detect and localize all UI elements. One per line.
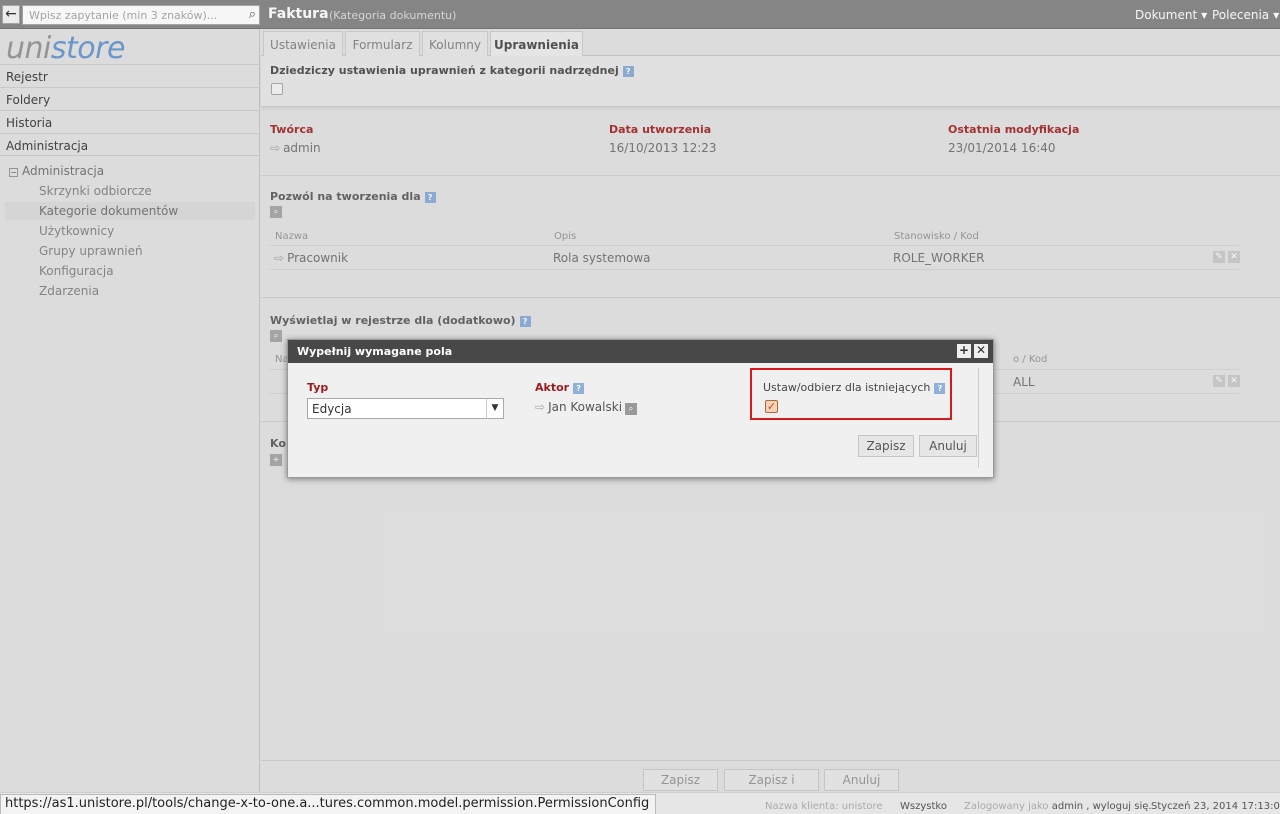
- actor-label: Aktor: [535, 381, 570, 394]
- type-label: Typ: [307, 381, 329, 394]
- dialog-save-button[interactable]: Zapisz: [858, 435, 914, 457]
- maximize-icon[interactable]: +: [957, 344, 971, 358]
- scope-value: Wszystko: [900, 801, 947, 812]
- highlight-box: [750, 368, 952, 420]
- chevron-down-icon[interactable]: ▼: [486, 399, 503, 418]
- actor-name: Jan Kowalski: [548, 400, 623, 414]
- logged-in-info: Zalogowany jako admin , wyloguj się.: [964, 801, 1152, 812]
- actor-value[interactable]: ⇨ Jan Kowalski ⌕: [535, 400, 638, 415]
- type-select[interactable]: Edycja ▼: [307, 398, 504, 419]
- logged-user[interactable]: admin: [1052, 801, 1083, 812]
- client-value: unistore: [841, 801, 883, 812]
- close-icon[interactable]: ✕: [974, 344, 988, 358]
- url-tooltip: https://as1.unistore.pl/tools/change-x-t…: [0, 794, 657, 814]
- scrollbar[interactable]: [978, 368, 979, 468]
- help-icon[interactable]: ?: [573, 383, 585, 394]
- dialog-body: Typ Edycja ▼ Aktor? ⇨ Jan Kowalski ⌕ Ustaw…: [288, 363, 993, 477]
- datetime: Styczeń 23, 2014 17:13:08: [1151, 801, 1280, 812]
- logout-link[interactable]: , wyloguj się.: [1086, 801, 1151, 812]
- logged-label: Zalogowany jako: [964, 801, 1049, 812]
- type-select-value: Edycja: [312, 402, 352, 416]
- set-label-row: Ustaw/odbierz dla istniejących?: [763, 381, 946, 394]
- datetime-value: Styczeń 23, 2014 17:13:08: [1151, 801, 1280, 812]
- required-fields-dialog: Wypełnij wymagane pola + ✕ Typ Edycja ▼ …: [287, 339, 994, 478]
- help-icon[interactable]: ?: [934, 383, 946, 394]
- dialog-cancel-button[interactable]: Anuluj: [919, 435, 977, 457]
- set-existing-checkbox[interactable]: ✓: [765, 400, 778, 413]
- set-label: Ustaw/odbierz dla istniejących: [763, 381, 931, 394]
- dialog-header: Wypełnij wymagane pola + ✕: [288, 340, 993, 363]
- status-bar: https://as1.unistore.pl/tools/change-x-t…: [0, 792, 1280, 814]
- client-label: Nazwa klienta:: [765, 801, 839, 812]
- dialog-title: Wypełnij wymagane pola: [297, 345, 453, 358]
- client-name: Nazwa klienta: unistore: [765, 801, 883, 812]
- link-arrow-icon: ⇨: [535, 400, 546, 414]
- search-icon[interactable]: ⌕: [625, 403, 638, 415]
- actor-label-row: Aktor?: [535, 381, 585, 394]
- scope-selector[interactable]: Wszystko: [900, 801, 947, 812]
